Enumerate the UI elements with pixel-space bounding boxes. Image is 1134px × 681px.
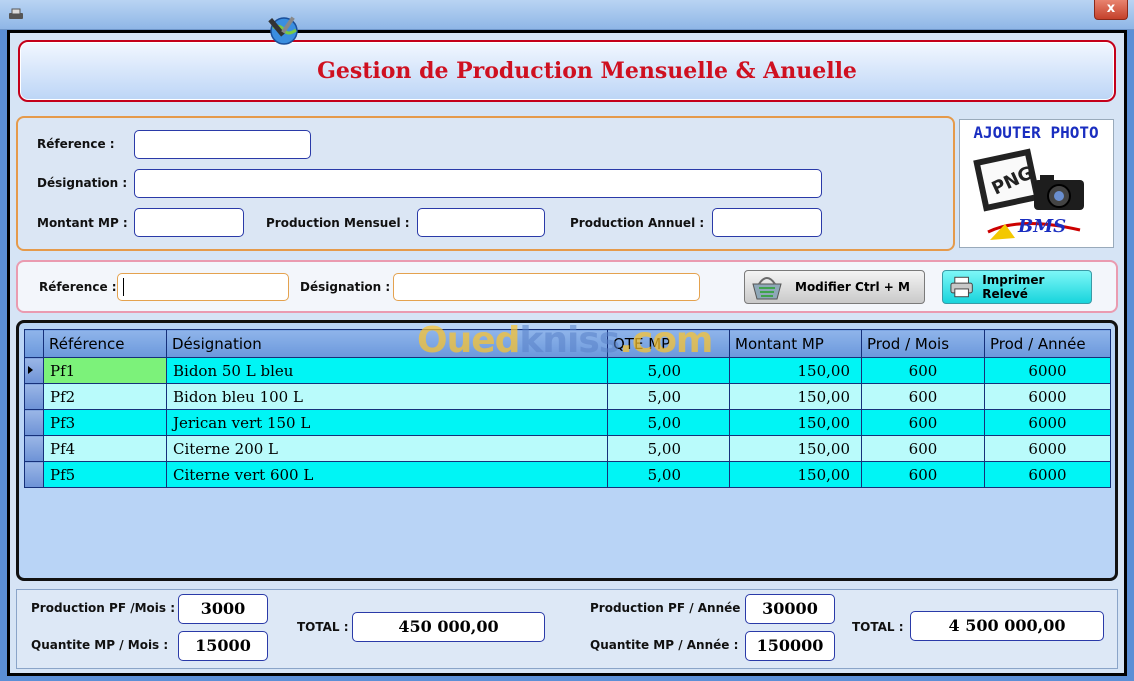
row-selector-header	[24, 329, 44, 358]
cell-prod-annee[interactable]: 6000	[984, 357, 1111, 384]
cell-designation[interactable]: Citerne 200 L	[166, 435, 608, 462]
total-monthly-value: 450 000,00	[352, 612, 545, 642]
production-mensuel-label: Production Mensuel :	[266, 216, 410, 230]
cell-qte-mp[interactable]: 5,00	[607, 461, 730, 488]
search-reference-label: Réference :	[39, 280, 117, 294]
cell-designation[interactable]: Citerne vert 600 L	[166, 461, 608, 488]
column-header-prod-annee[interactable]: Prod / Année	[984, 329, 1111, 358]
row-selector[interactable]	[24, 383, 44, 410]
app-icon	[9, 8, 23, 19]
modifier-button[interactable]: Modifier Ctrl + M	[744, 270, 925, 304]
column-header-prod-mois[interactable]: Prod / Mois	[861, 329, 985, 358]
cell-reference[interactable]: Pf3	[43, 409, 167, 436]
cell-prod-mois[interactable]: 600	[861, 357, 985, 384]
window-close-button[interactable]: x	[1094, 0, 1128, 20]
reference-label: Réference :	[37, 137, 115, 151]
cell-prod-annee[interactable]: 6000	[984, 435, 1111, 462]
designation-field[interactable]	[134, 169, 822, 198]
montant-mp-field[interactable]	[134, 208, 244, 237]
printer-icon	[950, 276, 973, 298]
search-designation-label: Désignation :	[300, 280, 391, 294]
cell-montant-mp[interactable]: 150,00	[729, 435, 862, 462]
row-selector[interactable]	[24, 409, 44, 436]
cell-montant-mp[interactable]: 150,00	[729, 357, 862, 384]
search-reference-input[interactable]	[117, 273, 289, 301]
quantite-mp-mois-label: Quantite MP / Mois :	[31, 638, 169, 652]
cell-prod-mois[interactable]: 600	[861, 409, 985, 436]
header-banner: Gestion de Production Mensuelle & Anuell…	[18, 40, 1116, 102]
cell-designation[interactable]: Bidon bleu 100 L	[166, 383, 608, 410]
cell-prod-mois[interactable]: 600	[861, 383, 985, 410]
add-photo-image: AJOUTER PHOTO PNG BMS	[973, 123, 1099, 240]
cell-montant-mp[interactable]: 150,00	[729, 461, 862, 488]
total-annual-label: TOTAL :	[852, 620, 904, 634]
basket-icon	[752, 277, 782, 300]
cell-qte-mp[interactable]: 5,00	[607, 383, 730, 410]
production-mensuel-field[interactable]	[417, 208, 545, 237]
table-row[interactable]: Pf1 Bidon 50 L bleu 5,00 150,00 600 6000	[24, 357, 1111, 384]
text-cursor	[123, 278, 124, 296]
current-row-arrow-icon	[28, 365, 33, 374]
cell-reference[interactable]: Pf5	[43, 461, 167, 488]
designation-label: Désignation :	[37, 176, 128, 190]
production-pf-annee-label: Production PF / Année :	[590, 601, 750, 615]
cell-prod-mois[interactable]: 600	[861, 435, 985, 462]
production-pf-annee-value: 30000	[745, 594, 835, 624]
row-selector[interactable]	[24, 461, 44, 488]
cell-reference[interactable]: Pf4	[43, 435, 167, 462]
cell-prod-mois[interactable]: 600	[861, 461, 985, 488]
cell-designation[interactable]: Jerican vert 150 L	[166, 409, 608, 436]
window-titlebar: x	[0, 0, 1134, 30]
cell-qte-mp[interactable]: 5,00	[607, 435, 730, 462]
quantite-mp-annee-label: Quantite MP / Année :	[590, 638, 739, 652]
quantite-mp-mois-value: 15000	[178, 631, 268, 661]
table-row[interactable]: Pf5 Citerne vert 600 L 5,00 150,00 600 6…	[24, 461, 1111, 488]
table-row[interactable]: Pf2 Bidon bleu 100 L 5,00 150,00 600 600…	[24, 383, 1111, 410]
production-annuel-field[interactable]	[712, 208, 822, 237]
cell-montant-mp[interactable]: 150,00	[729, 409, 862, 436]
cell-qte-mp[interactable]: 5,00	[607, 357, 730, 384]
row-selector[interactable]	[24, 435, 44, 462]
table-row[interactable]: Pf4 Citerne 200 L 5,00 150,00 600 6000	[24, 435, 1111, 462]
imprimer-button[interactable]: Imprimer Relevé	[942, 270, 1092, 304]
production-annuel-label: Production Annuel :	[570, 216, 705, 230]
cell-montant-mp[interactable]: 150,00	[729, 383, 862, 410]
cell-prod-annee[interactable]: 6000	[984, 461, 1111, 488]
production-pf-mois-value: 3000	[178, 594, 268, 624]
table-row[interactable]: Pf3 Jerican vert 150 L 5,00 150,00 600 6…	[24, 409, 1111, 436]
modifier-button-label: Modifier Ctrl + M	[795, 280, 910, 294]
row-selector[interactable]	[24, 357, 44, 384]
imprimer-button-label: Imprimer Relevé	[982, 273, 1045, 301]
total-annual-value: 4 500 000,00	[910, 611, 1104, 641]
page-title: Gestion de Production Mensuelle & Anuell…	[317, 58, 857, 84]
column-header-montant-mp[interactable]: Montant MP	[729, 329, 862, 358]
montant-mp-label: Montant MP :	[37, 216, 128, 230]
search-designation-input[interactable]	[393, 273, 700, 301]
reference-field[interactable]	[134, 130, 311, 159]
cell-prod-annee[interactable]: 6000	[984, 383, 1111, 410]
cell-prod-annee[interactable]: 6000	[984, 409, 1111, 436]
total-monthly-label: TOTAL :	[297, 620, 349, 634]
production-pf-mois-label: Production PF /Mois :	[31, 601, 175, 615]
cell-qte-mp[interactable]: 5,00	[607, 409, 730, 436]
quantite-mp-annee-value: 150000	[745, 631, 835, 661]
cell-designation[interactable]: Bidon 50 L bleu	[166, 357, 608, 384]
column-header-reference[interactable]: Référence	[43, 329, 167, 358]
cell-reference[interactable]: Pf1	[43, 357, 167, 384]
add-photo-box[interactable]: AJOUTER PHOTO PNG BMS	[959, 119, 1114, 248]
globe-tools-icon	[268, 16, 298, 45]
cell-reference[interactable]: Pf2	[43, 383, 167, 410]
add-photo-title: AJOUTER PHOTO	[973, 123, 1098, 142]
bms-logo-text: BMS	[1017, 216, 1066, 237]
watermark: Ouedkniss.com	[417, 320, 713, 361]
